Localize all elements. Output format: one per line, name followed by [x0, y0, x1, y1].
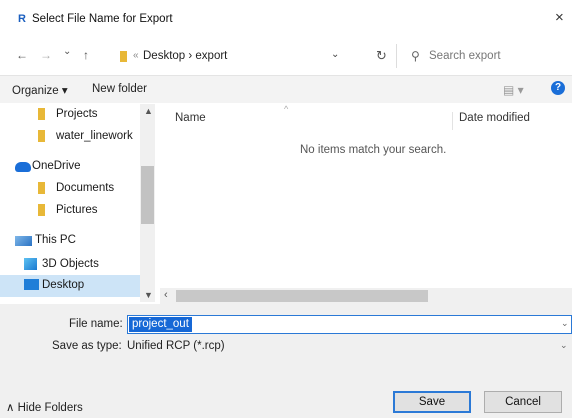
navigation-pane: Projects water_linework OneDrive Documen… — [0, 104, 155, 302]
nav-item-label: water_linework — [56, 130, 133, 142]
3d-objects-icon — [24, 258, 37, 270]
address-path[interactable]: Desktop › export — [143, 50, 227, 62]
folder-icon — [38, 182, 45, 194]
address-bar-row: ← → ⌄ ↑ « Desktop › export ⌄ ↻ ⚲ Search … — [0, 40, 572, 72]
refresh-icon[interactable]: ↻ — [376, 49, 387, 63]
scroll-up-icon[interactable]: ▲ — [144, 106, 153, 116]
save-form: File name: project_out ⌄ Save as type: U… — [0, 304, 572, 418]
folder-icon — [38, 204, 45, 216]
path-overflow-icon[interactable]: « — [133, 50, 139, 61]
nav-scrollbar[interactable]: ▲ ▼ — [140, 104, 155, 302]
chevron-down-icon[interactable]: ⌄ — [561, 318, 569, 329]
folder-icon — [120, 51, 127, 62]
close-icon[interactable]: × — [555, 10, 564, 25]
nav-item-onedrive[interactable]: OneDrive — [0, 156, 140, 178]
nav-item-label: Pictures — [56, 204, 98, 216]
window-title: Select File Name for Export — [32, 13, 173, 25]
file-list-hscrollbar[interactable]: ‹ — [160, 288, 572, 304]
chevron-down-icon[interactable]: ⌄ — [331, 49, 339, 60]
nav-item-water-linework[interactable]: water_linework — [0, 126, 140, 148]
nav-item-pictures[interactable]: Pictures — [0, 200, 140, 222]
back-arrow-icon[interactable]: ← — [16, 48, 28, 62]
title-bar: R Select File Name for Export × — [0, 0, 572, 34]
scroll-down-icon[interactable]: ▼ — [144, 290, 153, 300]
nav-item-projects[interactable]: Projects — [0, 104, 140, 126]
nav-item-label: Desktop — [42, 279, 85, 291]
recent-locations-icon[interactable]: ⌄ — [63, 45, 71, 59]
scrollbar-thumb[interactable] — [176, 290, 428, 302]
nav-item-3d-objects[interactable]: 3D Objects — [0, 254, 140, 276]
nav-item-label: 3D Objects — [42, 258, 99, 270]
file-list[interactable]: ^ Name Date modified No items match your… — [160, 104, 572, 302]
help-icon[interactable]: ? — [551, 81, 565, 95]
command-toolbar: Organize ▾ New folder ▤ ▾ ? — [0, 75, 572, 103]
app-icon: R — [18, 13, 26, 25]
nav-item-desktop[interactable]: Desktop — [0, 275, 140, 297]
address-bar[interactable]: « Desktop › export ⌄ — [112, 44, 364, 68]
nav-item-label: This PC — [35, 234, 76, 246]
folder-icon — [38, 130, 45, 142]
view-options-icon[interactable]: ▤ ▾ — [503, 83, 524, 97]
save-as-type-value: Unified RCP (*.rcp) — [127, 340, 225, 352]
onedrive-icon — [15, 162, 31, 172]
search-input[interactable]: ⚲ Search export — [396, 44, 572, 68]
nav-item-this-pc[interactable]: This PC — [0, 230, 140, 252]
sort-caret-icon: ^ — [284, 104, 289, 114]
nav-item-label: Documents — [56, 182, 115, 194]
scroll-left-icon[interactable]: ‹ — [164, 289, 168, 301]
up-arrow-icon[interactable]: ↑ — [83, 48, 89, 62]
computer-icon — [15, 236, 32, 246]
new-folder-button[interactable]: New folder — [92, 83, 147, 95]
file-name-field[interactable]: project_out ⌄ — [127, 315, 572, 334]
organize-button[interactable]: Organize ▾ — [12, 83, 68, 97]
save-as-type-select[interactable]: Unified RCP (*.rcp) ⌄ — [127, 338, 572, 356]
column-header-date-modified[interactable]: Date modified — [452, 112, 530, 130]
folder-icon — [38, 108, 45, 120]
hide-folders-button[interactable]: ∧ Hide Folders — [6, 400, 83, 414]
chevron-down-icon[interactable]: ⌄ — [560, 340, 568, 351]
save-button[interactable]: Save — [393, 391, 471, 413]
cancel-button[interactable]: Cancel — [484, 391, 562, 413]
save-as-type-label: Save as type: — [52, 340, 122, 352]
nav-item-documents[interactable]: Documents — [0, 178, 140, 200]
search-placeholder: Search export — [429, 50, 501, 62]
scrollbar-thumb[interactable] — [141, 166, 154, 224]
search-icon: ⚲ — [411, 49, 420, 63]
nav-item-label: Projects — [56, 108, 98, 120]
desktop-icon — [24, 279, 39, 290]
forward-arrow-icon[interactable]: → — [40, 48, 52, 62]
empty-message: No items match your search. — [300, 144, 447, 156]
nav-item-label: OneDrive — [32, 160, 81, 172]
file-name-label: File name: — [69, 318, 123, 330]
column-header-name[interactable]: Name — [175, 112, 206, 124]
file-name-value[interactable]: project_out — [129, 317, 192, 332]
